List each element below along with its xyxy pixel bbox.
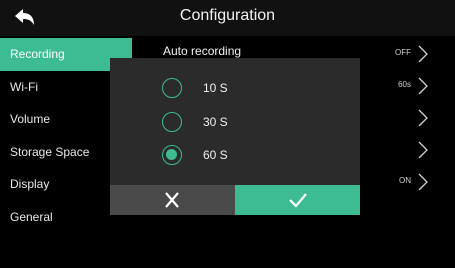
setting-label: Auto recording — [163, 44, 242, 58]
radio-button-selected[interactable] — [162, 145, 182, 165]
chevron-right-icon — [418, 45, 428, 63]
option-label: 30 S — [203, 115, 228, 129]
chevron-right-icon — [418, 173, 428, 191]
option-label: 10 S — [203, 81, 228, 95]
radio-button[interactable] — [162, 112, 182, 132]
option-60s[interactable]: 60 S — [110, 140, 360, 172]
page-title: Configuration — [179, 7, 276, 24]
chevron-right-icon — [418, 141, 428, 159]
option-label: 60 S — [203, 148, 228, 162]
confirm-button[interactable] — [235, 185, 360, 215]
option-30s[interactable]: 30 S — [110, 107, 360, 139]
cancel-button[interactable] — [110, 185, 235, 215]
setting-value: OFF — [395, 48, 411, 57]
duration-dialog: 10 S 30 S 60 S — [110, 58, 360, 215]
close-icon — [165, 192, 179, 208]
chevron-right-icon — [418, 109, 428, 127]
radio-button[interactable] — [162, 78, 182, 98]
chevron-right-icon — [418, 77, 428, 95]
setting-value: ON — [399, 176, 411, 185]
setting-value: 60s — [398, 80, 411, 89]
option-10s[interactable]: 10 S — [110, 73, 360, 105]
check-icon — [289, 193, 307, 208]
radio-dot — [166, 149, 177, 160]
top-bar: Configuration — [0, 0, 455, 36]
